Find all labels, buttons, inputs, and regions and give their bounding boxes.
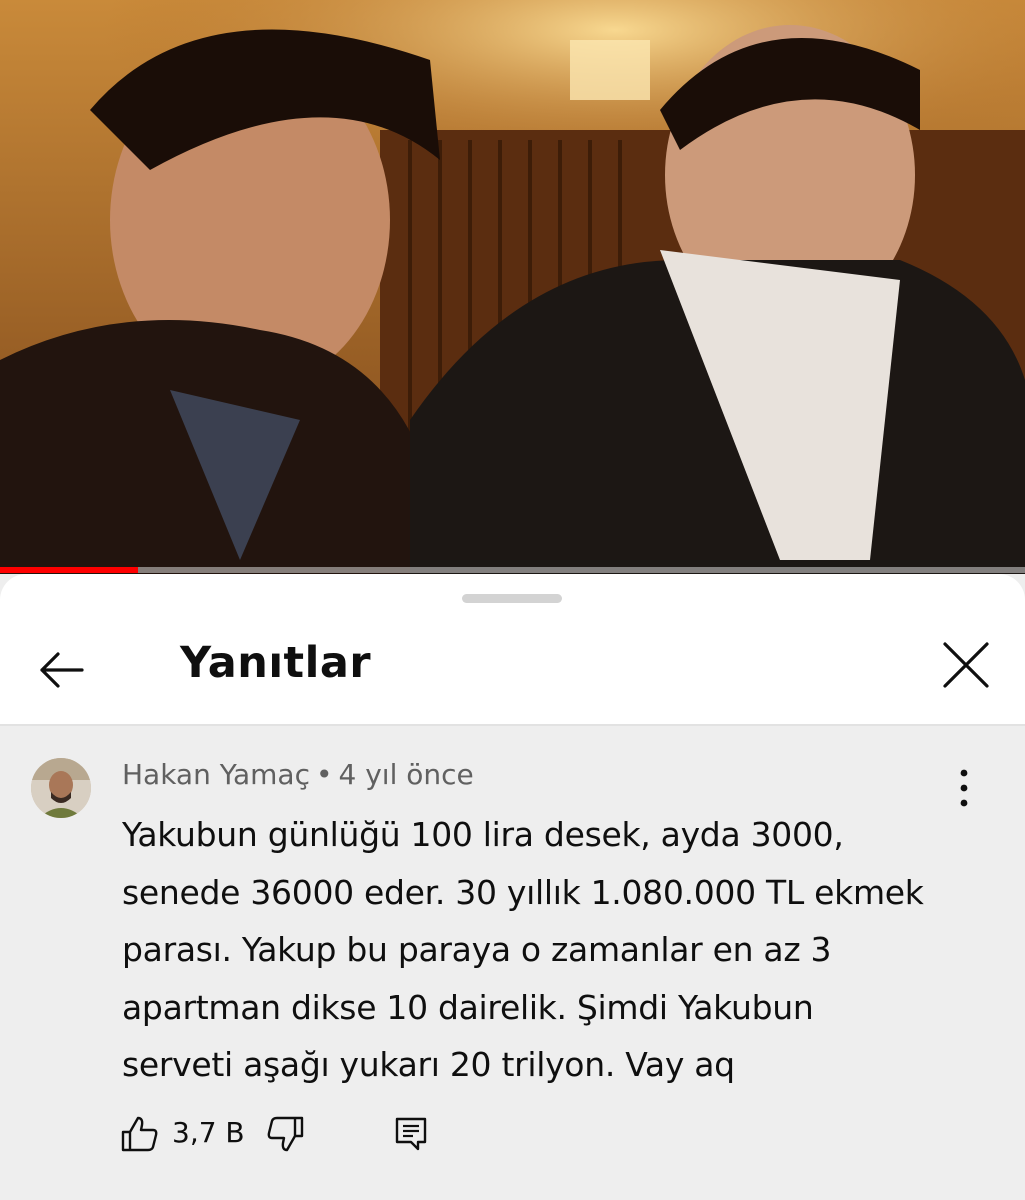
back-button[interactable] [32,640,92,700]
avatar[interactable] [31,758,91,818]
like-count: 3,7 B [172,1116,245,1149]
comment-item: Hakan Yamaç • 4 yıl önce Yakubun günlüğü 1… [0,726,1025,1200]
video-frame [0,0,1025,574]
comment-author[interactable]: Hakan Yamaç [122,758,310,791]
avatar-image [31,758,91,818]
comment-timestamp: 4 yıl önce [338,758,474,791]
meta-separator: • [315,758,333,791]
dislike-button[interactable] [265,1114,305,1154]
comment-actions: 3,7 B [120,1114,520,1164]
comment-meta: Hakan Yamaç • 4 yıl önce [122,758,474,791]
thumbs-up-icon [121,1116,158,1152]
thumbs-down-icon [267,1116,304,1152]
close-button[interactable] [935,634,997,696]
like-button[interactable] [120,1114,160,1154]
drag-handle[interactable] [462,594,562,603]
video-progress-bar[interactable] [0,567,1025,573]
video-progress-fill [0,567,139,573]
more-options-button[interactable] [944,766,984,810]
close-icon [943,642,989,688]
reply-button[interactable] [394,1116,428,1152]
arrow-left-icon [40,652,84,688]
sheet-header: Yanıtlar [0,614,1025,724]
video-player[interactable] [0,0,1025,574]
replies-sheet: Yanıtlar Hakan Yamaç • 4 yıl önce Yakubu… [0,574,1025,1200]
comment-text: Yakubun günlüğü 100 lira desek, ayda 300… [122,815,924,1084]
page-title: Yanıtlar [180,638,372,688]
reply-icon [395,1117,427,1151]
more-vert-icon [960,769,968,807]
